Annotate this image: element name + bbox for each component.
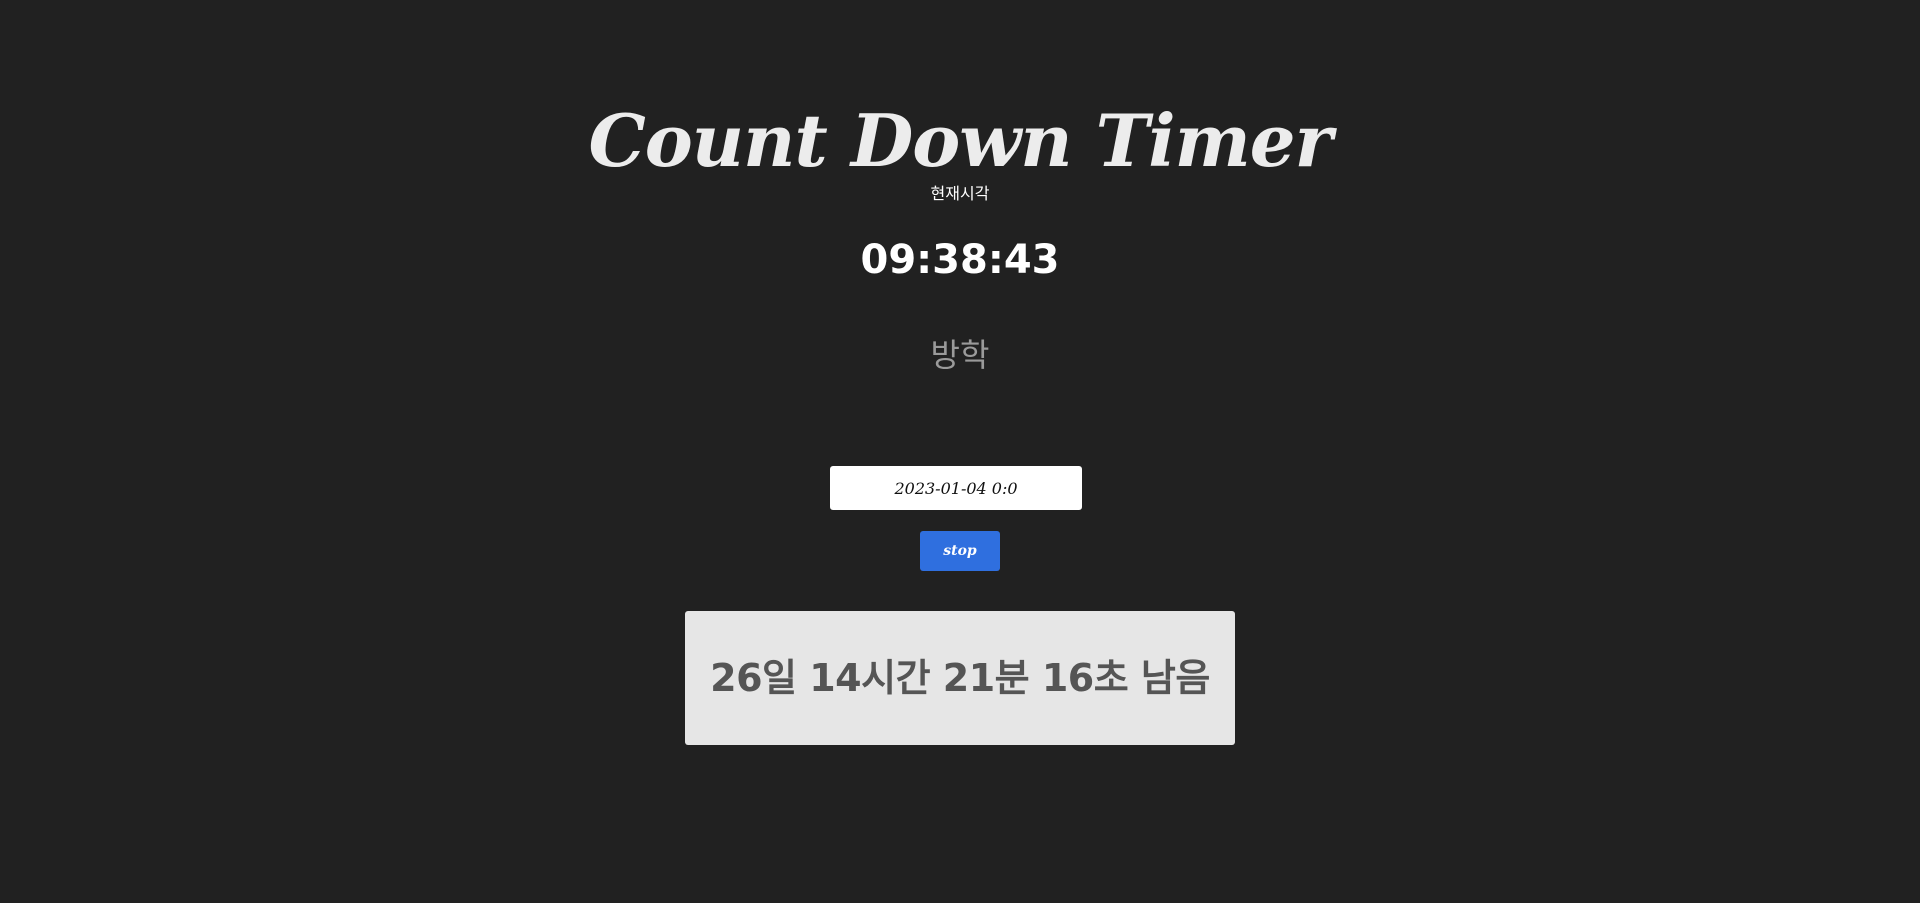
remaining-time-text: 26일 14시간 21분 16초 남음 <box>710 656 1210 700</box>
remaining-time-panel: 26일 14시간 21분 16초 남음 <box>685 611 1235 745</box>
current-time-label: 현재시각 <box>930 184 990 203</box>
stop-button[interactable]: stop <box>920 531 1000 571</box>
event-label: 방학 <box>930 336 990 374</box>
countdown-page: Count Down Timer 현재시각 09:38:43 방학 stop 2… <box>0 0 1920 903</box>
current-time-clock: 09:38:43 <box>860 237 1060 283</box>
page-title: Count Down Timer <box>588 98 1332 184</box>
target-date-input[interactable] <box>830 466 1082 510</box>
